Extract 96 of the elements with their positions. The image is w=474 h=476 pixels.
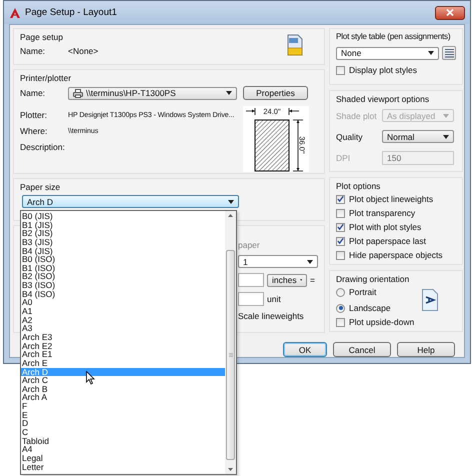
dialog-button[interactable]: Cancel (333, 342, 391, 357)
app-logo-icon (9, 6, 21, 18)
paper-size-option[interactable]: A0 (21, 298, 225, 308)
group-title: Page setup (20, 31, 64, 43)
paper-size-option[interactable]: A1 (21, 307, 225, 316)
caret-icon (428, 51, 434, 55)
name-label: Name: (20, 88, 46, 98)
scale-lineweights-label: Scale lineweights (238, 311, 305, 321)
info-label: Description: (20, 142, 66, 152)
caret-icon (307, 260, 313, 264)
edit-table-button[interactable] (442, 46, 456, 60)
paper-size-option[interactable]: Arch E1 (21, 350, 225, 359)
paper-size-option[interactable]: C (21, 428, 225, 437)
display-plot-styles-checkbox[interactable]: Display plot styles (336, 63, 456, 77)
window-title: Page Setup - Layout1 (25, 7, 117, 18)
paper-size-option[interactable]: Arch A (21, 393, 225, 402)
scale-dropdown[interactable]: 1 (238, 255, 318, 268)
orientation-radio[interactable]: Landscape (336, 301, 391, 315)
properties-button[interactable]: Properties (243, 86, 308, 100)
paper-size-option[interactable]: Legal (21, 454, 225, 463)
paper-size-option[interactable]: B1 (ISO) (21, 264, 225, 272)
scrollbar[interactable] (225, 211, 236, 474)
info-label: Where: (20, 126, 48, 136)
plot-style-dropdown[interactable]: None (336, 46, 439, 60)
group-title: Plot options (336, 180, 382, 192)
paper-size-option[interactable]: B1 (JIS) (21, 220, 225, 230)
paper-size-option[interactable]: E (21, 410, 225, 420)
option-dropdown[interactable]: Normal (382, 130, 454, 143)
group-title: Paper size (20, 181, 62, 193)
paper-size-option[interactable]: F (21, 402, 225, 411)
group-title: Drawing orientation (336, 273, 410, 285)
option-label: Shade plot (336, 110, 378, 120)
units-dropdown[interactable]: inches (267, 274, 307, 286)
paper-size-option[interactable]: Letter (21, 462, 225, 472)
scroll-up-icon (228, 214, 233, 217)
paper-size-option[interactable]: B4 (JIS) (21, 246, 225, 256)
paper-size-option[interactable]: B4 (ISO) (21, 290, 225, 298)
caret-icon (228, 200, 234, 204)
option-checkbox[interactable]: Plot paperspace last (336, 234, 456, 248)
scroll-thumb[interactable] (226, 250, 235, 460)
group-title: Printer/plotter (20, 72, 72, 84)
hatched-sheet (254, 120, 290, 172)
dialog-button[interactable]: OK (283, 342, 327, 357)
grip-icon (228, 352, 232, 356)
mouse-pointer-icon (86, 371, 95, 385)
paper-size-option[interactable]: Arch E3 (21, 332, 225, 342)
group-title: Shaded viewport options (336, 93, 430, 105)
paper-size-option[interactable]: Tabloid (21, 436, 225, 446)
name-label: Name: (20, 46, 46, 56)
document-icon (286, 34, 304, 56)
paper-size-option[interactable]: Arch E (21, 358, 225, 368)
dialog-button[interactable]: Help (397, 342, 455, 357)
paper-size-option[interactable]: A4 (21, 445, 225, 454)
paper-size-dropdown[interactable]: Arch D (22, 195, 239, 208)
printer-icon (73, 88, 83, 98)
paper-text: paper (238, 240, 261, 250)
paper-size-option[interactable]: B3 (JIS) (21, 238, 225, 247)
paper-size-option[interactable]: A3 (21, 324, 225, 333)
paper-size-option[interactable]: B0 (JIS) (21, 212, 225, 221)
paper-size-option[interactable]: Arch E2 (21, 342, 225, 350)
width-dimension-line (246, 108, 300, 116)
caret-icon (443, 114, 449, 118)
caret-icon (300, 278, 302, 282)
list-icon (444, 48, 454, 58)
paper-size-option[interactable]: B0 (ISO) (21, 255, 225, 264)
group-title: Plot style table (pen assignments) (336, 31, 452, 43)
orientation-radio[interactable]: Portrait (336, 285, 391, 299)
page-setup-name: <None> (68, 46, 98, 56)
printer-dropdown[interactable]: \\terminus\HP-T1300PS (68, 86, 237, 100)
caret-icon (443, 134, 449, 138)
checkmark-icon (337, 195, 344, 203)
height-dimension-line (292, 120, 304, 172)
option-label: Quality (336, 132, 364, 142)
close-icon (446, 9, 454, 16)
scroll-down-icon (228, 468, 233, 471)
caret-icon (226, 91, 232, 95)
option-checkbox[interactable]: Plot object lineweights (336, 192, 456, 206)
option-checkbox[interactable]: Plot transparency (336, 206, 456, 220)
paper-size-option[interactable]: B2 (JIS) (21, 229, 225, 238)
unit-field[interactable] (238, 292, 264, 306)
unit-label: unit (267, 294, 281, 304)
option-label: DPI (336, 152, 352, 162)
equals-sign: = (310, 275, 315, 285)
paper-size-option[interactable]: B2 (ISO) (21, 272, 225, 282)
paper-size-option[interactable]: B3 (ISO) (21, 281, 225, 290)
option-checkbox[interactable]: Plot with plot styles (336, 220, 456, 234)
info-label: Plotter: (20, 110, 48, 120)
plot-upside-down-checkbox[interactable]: Plot upside-down (336, 315, 456, 329)
paper-size-option[interactable]: Arch C (21, 376, 225, 385)
paper-size-option[interactable]: A2 (21, 316, 225, 324)
inches-field[interactable] (238, 273, 264, 287)
close-button[interactable] (435, 6, 465, 20)
landscape-page-icon (422, 289, 438, 311)
paper-size-option[interactable]: D (21, 419, 225, 428)
option-checkbox[interactable]: Hide paperspace objects (336, 248, 456, 262)
paper-size-option[interactable]: Arch B (21, 384, 225, 394)
